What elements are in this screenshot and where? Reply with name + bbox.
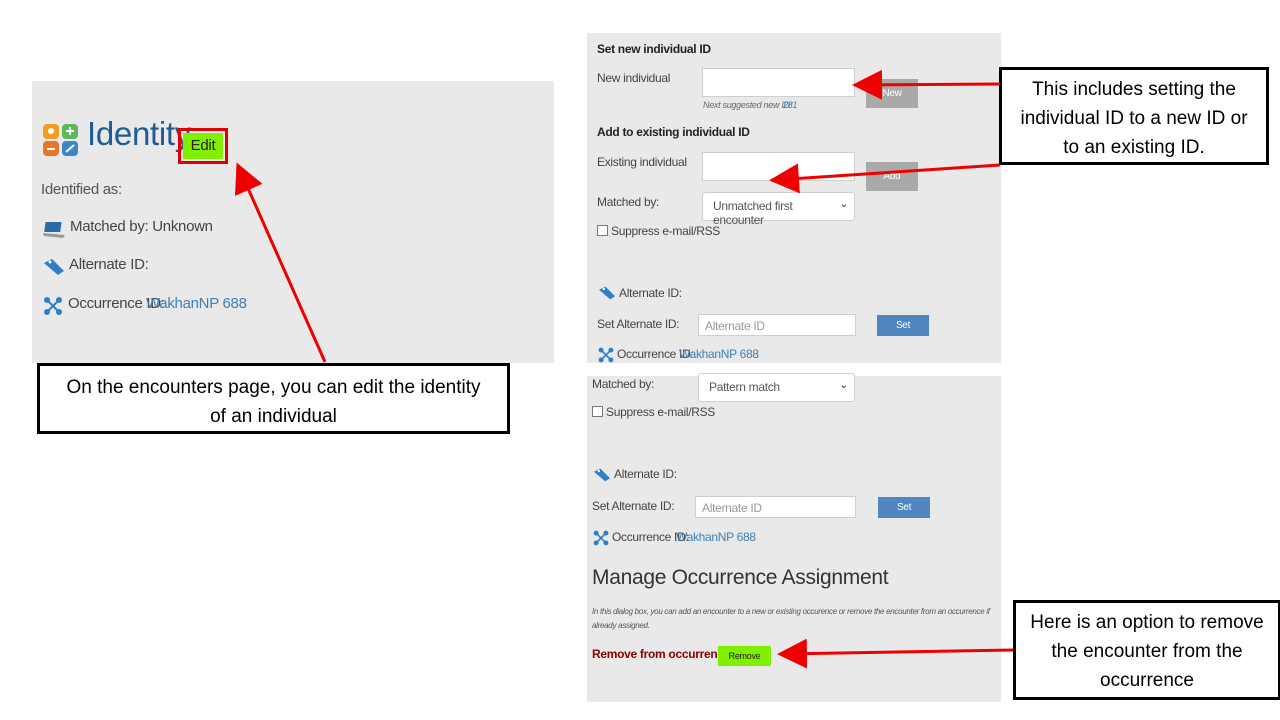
- arrow-to-edit: [235, 162, 327, 363]
- annotation-arrows: [235, 69, 1014, 669]
- arrow-to-remove: [777, 638, 1014, 669]
- arrow-to-new-input: [852, 69, 1001, 100]
- arrow-to-existing-input: [769, 163, 1001, 194]
